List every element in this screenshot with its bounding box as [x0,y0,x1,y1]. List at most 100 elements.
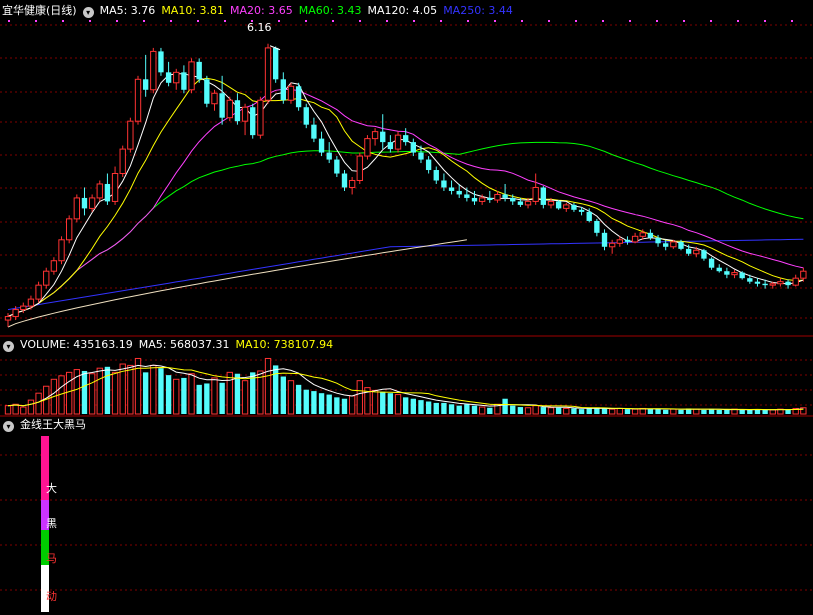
volume-bar-up [226,371,233,415]
volume-panel-header: ▾ VOLUME: 435163.19 MA5: 568037.31 MA10: 73… [0,337,339,353]
candle-body-down [471,197,478,202]
volume-bar-up [769,409,776,415]
candle-body-up [348,179,356,188]
ma120-legend: MA120: 4.05 [367,4,438,17]
volume-bar-down [402,397,409,414]
volume-bar-down [433,402,439,414]
volume-bar-down [272,365,279,414]
volume-bar-down [387,393,394,414]
candle-body-down [464,194,470,198]
candle-body-up [478,197,486,202]
volume-bar-up [371,389,379,415]
volume-bar-down [578,409,585,414]
candle-body-down [510,197,516,202]
signal-dot [305,20,307,22]
volume-bar-down [181,377,187,414]
volume-bar-down [586,408,592,414]
candle-body-down [701,250,707,259]
volume-bar-down [540,407,547,414]
volume-bar-down [448,404,455,414]
indicator-panel-header: ▾ 金线王大黑马 [0,417,92,433]
candle-body-down [754,281,761,284]
signal-dot [224,20,226,22]
volume-panel-toggle-icon[interactable]: ▾ [3,341,14,352]
volume-bar-up [241,380,249,415]
candle-body-down [402,135,409,143]
volume-bar-down [234,373,241,414]
volume-bar-up [134,357,142,415]
candle-body-down [387,142,394,150]
volume-bar-down [739,409,745,414]
volume-bar-up [356,380,363,415]
volume-bar-up [12,403,19,415]
candle-body-down [655,237,661,244]
volume-bar-up [211,377,218,415]
candle-body-up [769,283,776,286]
candle-body-down [739,272,745,279]
candle-body-down [341,173,348,188]
candle-body-down [234,100,241,122]
candle-body-up [494,193,501,201]
volume-bar-up [547,407,555,415]
indicator-label-hei: 黑 [46,517,57,530]
volume-bar-down [280,376,286,414]
candle-body-down [433,170,439,181]
candle-body-down [380,131,386,143]
ma60-legend: MA60: 3.43 [298,4,362,17]
candle-body-up [111,173,119,202]
main-panel-toggle-icon[interactable]: ▾ [82,7,94,18]
volume-bar-down [456,405,462,414]
candle-body-up [394,134,402,150]
candle-body-up [119,148,126,175]
candle-body-up [364,138,371,157]
volume-bar-down [334,397,340,414]
candle-body-down [280,79,286,101]
volume-bar-up [66,371,73,415]
candle-body-down [502,194,508,198]
indicator-panel-toggle-icon[interactable]: ▾ [3,421,14,432]
signal-dot [35,20,37,22]
candle-body-down [578,209,585,212]
signal-dot [386,20,388,22]
volume-bar-down [219,382,225,414]
chart-canvas[interactable] [0,0,813,615]
candle-body-up [670,241,677,248]
candle-body-down [219,93,225,118]
candle-body-down [334,159,340,174]
candle-body-up [88,197,96,209]
ma10-legend: MA10: 3.81 [161,4,225,17]
candle-body-up [371,131,379,140]
volume-bar-down [311,391,317,414]
candle-body-up [134,78,142,122]
candle-body-up [211,92,218,105]
candle-body-up [693,249,700,255]
indicator-label-ma: 马 [46,552,57,565]
candle-body-up [800,270,807,279]
candle-body-up [257,99,264,136]
volume-bar-up [127,364,134,415]
volume-bar-up [20,406,27,415]
indicator-label-dong: 动 [46,590,57,603]
candle-body-up [264,47,272,101]
volume-bar-down [678,409,684,414]
volume-bar-up [693,408,700,415]
candle-body-down [181,72,187,90]
candle-body-up [608,242,616,248]
volume-bar-up [563,407,570,415]
signal-dot [467,20,469,22]
candle-body-down [295,86,302,108]
volume-bar-down [624,409,631,414]
signal-dot [332,20,334,22]
signal-dot [548,20,550,22]
volume-bar-down [410,398,417,414]
signal-dot [494,20,496,22]
candle-body-up [356,155,363,181]
candle-body-down [685,248,692,254]
volume-bar-down [716,409,722,414]
candle-body-down [81,197,88,209]
volume-bar-up [287,380,295,415]
volume-bar-down [295,384,302,414]
candle-body-down [250,107,256,136]
candle-body-down [540,187,547,205]
candle-body-down [142,79,149,90]
